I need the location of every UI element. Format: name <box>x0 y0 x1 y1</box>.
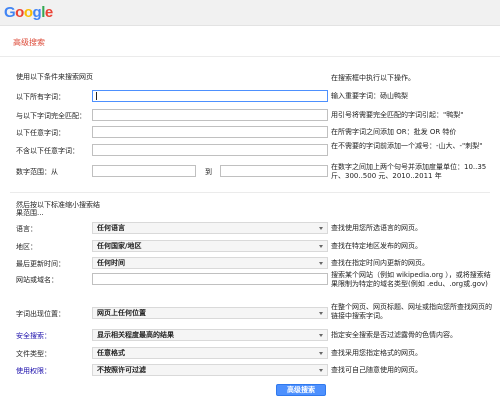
usage-rights-link[interactable]: 使用权限： <box>16 366 51 376</box>
site-domain-hint: 搜索某个网站（例如 wikipedia.org ），或将搜索结果限制为特定的域名… <box>331 271 491 288</box>
language-select-value: 任何语言 <box>97 224 125 232</box>
region-hint: 查找在特定地区发布的网页。 <box>331 242 422 250</box>
logo-letter: g <box>32 4 42 21</box>
usage-rights-select-value: 不按照许可过滤 <box>97 366 146 374</box>
terms-appearing-select-value: 网页上任何位置 <box>97 309 146 317</box>
exact-phrase-hint: 用引号将需要完全匹配的字词引起："鸭梨" <box>331 111 464 119</box>
divider <box>0 56 500 57</box>
dropdown-arrow-icon <box>319 352 323 355</box>
last-update-select-value: 任何时间 <box>97 259 125 267</box>
find-section-heading: 使用以下条件来搜索网页 <box>16 73 93 81</box>
last-update-hint: 查找在指定时间内更新的网页。 <box>331 259 429 267</box>
exact-phrase-input[interactable] <box>92 109 328 121</box>
safesearch-select[interactable]: 显示相关程度最高的结果 <box>92 329 328 341</box>
region-select[interactable]: 任何国家/地区 <box>92 240 328 252</box>
number-range-label: 数字范围：从 <box>16 168 58 176</box>
dropdown-arrow-icon <box>319 245 323 248</box>
terms-appearing-hint: 在整个网页、网页标题、网址或指向您所查找网页的链接中搜索字词。 <box>331 303 492 320</box>
logo-letter: e <box>44 4 53 21</box>
file-type-select[interactable]: 任意格式 <box>92 347 328 359</box>
safesearch-hint: 指定安全搜索是否过滤露骨的色情内容。 <box>331 331 457 339</box>
text-caret <box>96 92 97 100</box>
file-type-label: 文件类型： <box>16 350 51 358</box>
usage-rights-hint: 查找可自己随意使用的网页。 <box>331 366 422 374</box>
all-words-hint: 输入重要字词：砀山鸭梨 <box>331 92 408 100</box>
site-domain-input[interactable] <box>92 273 328 285</box>
dropdown-arrow-icon <box>319 369 323 372</box>
number-range-from-input[interactable] <box>92 165 196 177</box>
safesearch-select-value: 显示相关程度最高的结果 <box>97 331 174 339</box>
language-hint: 查找使用您所选语言的网页。 <box>331 224 422 232</box>
dropdown-arrow-icon <box>319 334 323 337</box>
number-range-hint: 在数字之间加上两个句号并添加度量单位：10..35 斤、300..500 元、2… <box>331 163 487 180</box>
dropdown-arrow-icon <box>319 227 323 230</box>
none-words-hint: 在不需要的字词前添加一个减号：-山大、-"刺梨" <box>331 142 483 150</box>
google-logo[interactable]: Google <box>4 4 53 21</box>
file-type-select-value: 任意格式 <box>97 349 125 357</box>
any-words-hint: 在所需字词之间添加 OR：批发 OR 特价 <box>331 128 457 136</box>
none-words-input[interactable] <box>92 144 328 156</box>
any-words-input[interactable] <box>92 126 328 138</box>
exact-phrase-label: 与以下字词完全匹配： <box>16 112 86 120</box>
region-select-value: 任何国家/地区 <box>97 242 142 250</box>
dropdown-arrow-icon <box>319 312 323 315</box>
all-words-label: 以下所有字词： <box>16 93 65 101</box>
language-select[interactable]: 任何语言 <box>92 222 328 234</box>
dropdown-arrow-icon <box>319 262 323 265</box>
last-update-select[interactable]: 任何时间 <box>92 257 328 269</box>
number-range-to-label: 到 <box>205 168 212 176</box>
top-bar: Google <box>0 0 500 26</box>
usage-rights-select[interactable]: 不按照许可过滤 <box>92 364 328 376</box>
last-update-label: 最后更新时间： <box>16 260 65 268</box>
logo-letter: o <box>15 4 24 21</box>
site-domain-label: 网站或域名： <box>16 276 58 284</box>
terms-appearing-select[interactable]: 网页上任何位置 <box>92 307 328 319</box>
terms-appearing-label: 字词出现位置： <box>16 310 65 318</box>
advanced-search-button[interactable]: 高级搜索 <box>276 384 326 396</box>
narrow-section-heading: 然后按以下标准缩小搜索结果范围... <box>16 201 100 217</box>
number-range-to-input[interactable] <box>220 165 328 177</box>
region-label: 地区： <box>16 243 37 251</box>
file-type-hint: 查找采用您指定格式的网页。 <box>331 349 422 357</box>
all-words-input[interactable] <box>92 90 328 102</box>
logo-letter: G <box>4 4 16 21</box>
language-label: 语言： <box>16 225 37 233</box>
none-words-label: 不含以下任意字词： <box>16 147 79 155</box>
logo-letter: o <box>23 4 33 21</box>
find-section-right-heading: 在搜索框中执行以下操作。 <box>331 74 415 82</box>
page-title: 高级搜索 <box>13 38 45 47</box>
safesearch-link[interactable]: 安全搜索： <box>16 331 51 341</box>
any-words-label: 以下任意字词： <box>16 129 65 137</box>
section-divider <box>10 192 490 193</box>
